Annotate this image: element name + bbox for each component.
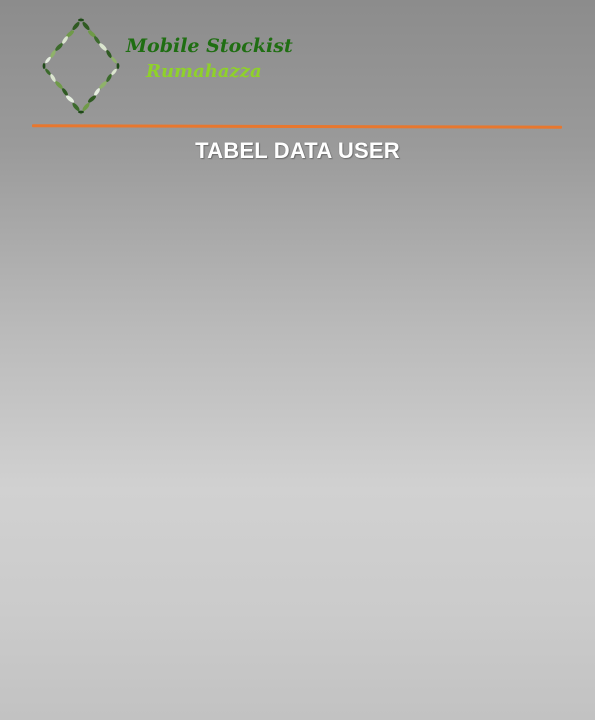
brand-name: Mobile Stockist Rumahazza [126, 33, 326, 85]
header-divider [31, 124, 563, 129]
brand-name-line1: Mobile Stockist [126, 35, 293, 57]
leaf-wreath-logo-icon [42, 17, 120, 115]
page-title: TABEL DATA USER [195, 138, 400, 163]
header: Mobile Stockist Rumahazza [0, 0, 595, 130]
brand-name-line2: Rumahazza [146, 61, 262, 82]
